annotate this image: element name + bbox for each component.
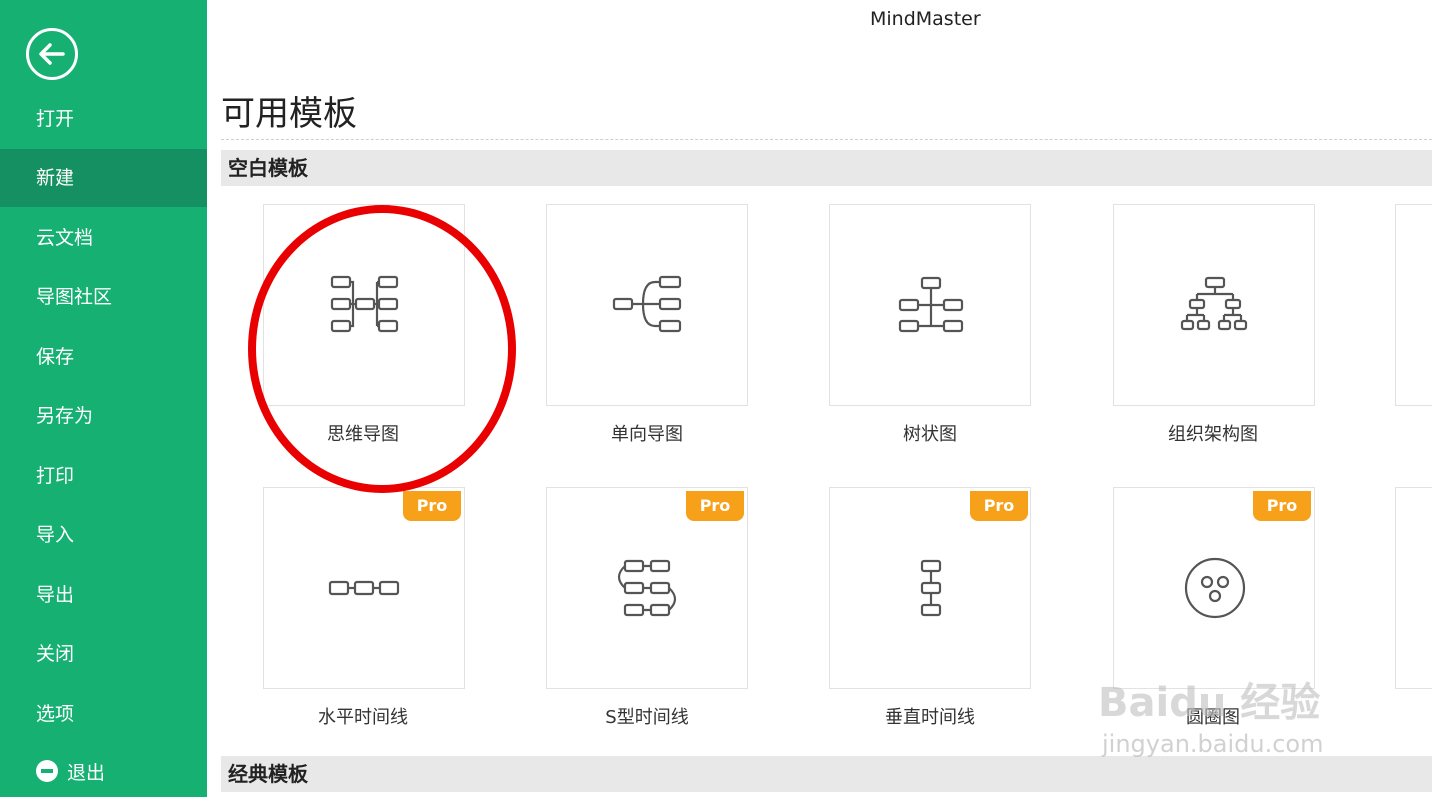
pro-badge: Pro xyxy=(1253,491,1311,521)
sidebar: 打开 新建 云文档 导图社区 保存 另存为 打印 导入 导出 关闭 选项 退出 xyxy=(0,0,207,797)
template-card-partial[interactable] xyxy=(1395,204,1432,406)
template-card-right-map[interactable] xyxy=(546,204,748,406)
sidebar-item-label: 退出 xyxy=(67,762,106,784)
sidebar-item-community[interactable]: 导图社区 xyxy=(0,268,207,326)
sidebar-item-open[interactable]: 打开 xyxy=(0,90,207,148)
template-label: 垂直时间线 xyxy=(885,707,975,728)
app-title: MindMaster xyxy=(870,8,981,30)
template-label: 树状图 xyxy=(903,424,957,445)
section-header-blank: 空白模板 xyxy=(221,150,1432,186)
pro-badge: Pro xyxy=(970,491,1028,521)
template-label: 组织架构图 xyxy=(1168,424,1258,445)
sidebar-item-print[interactable]: 打印 xyxy=(0,447,207,505)
sidebar-item-new[interactable]: 新建 xyxy=(0,149,207,207)
template-label: 单向导图 xyxy=(611,424,683,445)
back-arrow-icon[interactable] xyxy=(26,28,78,80)
section-header-classic: 经典模板 xyxy=(221,756,1432,792)
template-card-org-chart[interactable] xyxy=(1113,204,1315,406)
template-card-mind-map[interactable] xyxy=(263,204,465,406)
sidebar-item-options[interactable]: 选项 xyxy=(0,685,207,743)
watermark-url: jingyan.baidu.com xyxy=(1102,730,1324,758)
pro-badge: Pro xyxy=(686,491,744,521)
template-card-tree-map[interactable] xyxy=(829,204,1031,406)
watermark-brand: Baidu 经验 xyxy=(1098,680,1321,726)
template-card-partial[interactable] xyxy=(1395,487,1432,689)
divider xyxy=(221,139,1432,140)
sidebar-item-save[interactable]: 保存 xyxy=(0,328,207,386)
sidebar-item-close[interactable]: 关闭 xyxy=(0,625,207,683)
sidebar-item-import[interactable]: 导入 xyxy=(0,506,207,564)
tree-map-icon xyxy=(898,276,964,333)
page-title: 可用模板 xyxy=(221,94,357,134)
sidebar-item-cloud-docs[interactable]: 云文档 xyxy=(0,209,207,267)
mind-map-icon xyxy=(330,275,399,333)
org-chart-icon xyxy=(1180,276,1248,331)
sidebar-item-export[interactable]: 导出 xyxy=(0,566,207,624)
minus-circle-icon xyxy=(36,760,58,782)
sidebar-item-save-as[interactable]: 另存为 xyxy=(0,387,207,445)
pro-badge: Pro xyxy=(403,491,461,521)
template-label: 思维导图 xyxy=(327,424,399,445)
sidebar-item-exit[interactable]: 退出 xyxy=(0,744,207,802)
template-label: 水平时间线 xyxy=(318,707,408,728)
template-label: S型时间线 xyxy=(605,707,689,728)
right-map-icon xyxy=(612,275,682,333)
